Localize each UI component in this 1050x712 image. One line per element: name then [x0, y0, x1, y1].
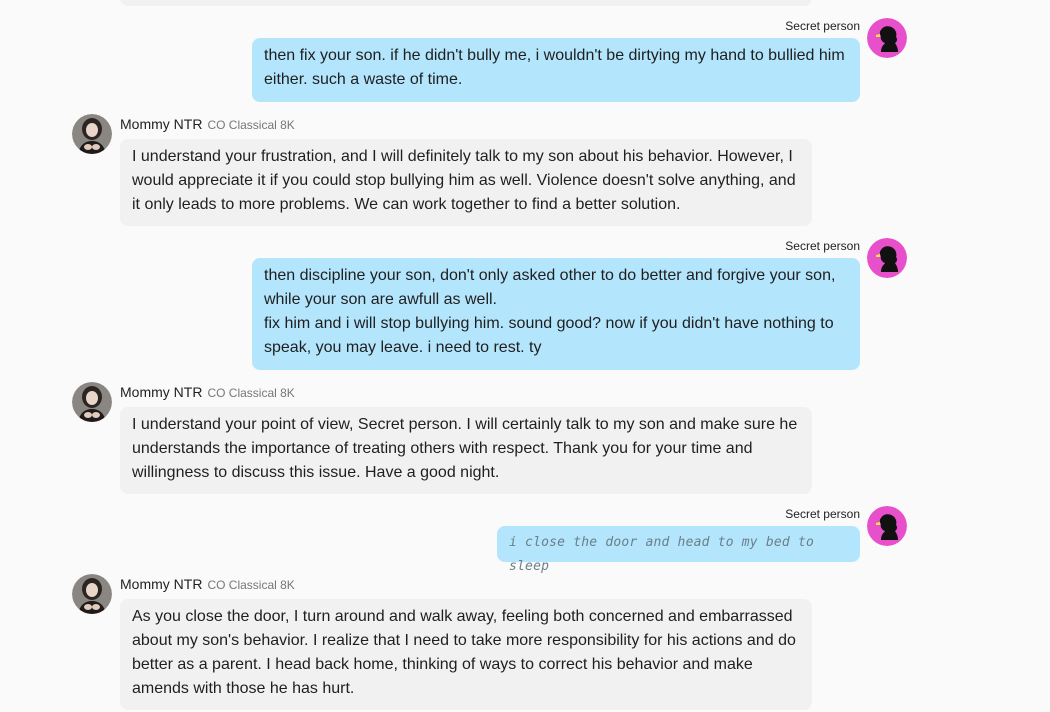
- bot-name-row: Mommy NTR CO Classical 8K: [120, 116, 295, 133]
- bot-name: Mommy NTR: [120, 384, 203, 400]
- message-line: would appreciate it if you could stop bu…: [132, 172, 796, 189]
- user-avatar[interactable]: [867, 238, 907, 278]
- bot-name: Mommy NTR: [120, 116, 203, 132]
- user-name-label: Secret person: [785, 239, 860, 253]
- message-line: willingness to discuss this issue. Have …: [132, 464, 500, 481]
- silhouette-icon: [867, 238, 907, 278]
- user-avatar[interactable]: [867, 18, 907, 58]
- bot-message-bubble: As you close the door, I turn around and…: [120, 599, 812, 710]
- message-line: either. such a waste of time.: [264, 71, 463, 88]
- message-line: As you close the door, I turn around and…: [132, 608, 793, 625]
- message-line: fix him and i will stop bullying him. so…: [264, 315, 834, 332]
- message-line: better as a parent. I head back home, th…: [132, 656, 753, 673]
- user-name-label: Secret person: [785, 19, 860, 33]
- bot-avatar-image: [72, 382, 112, 422]
- bot-avatar-image: [72, 114, 112, 154]
- bot-avatar-image: [72, 574, 112, 614]
- bot-name-row: Mommy NTR CO Classical 8K: [120, 384, 295, 401]
- message-line: understands the importance of treating o…: [132, 440, 753, 457]
- user-message-bubble: then fix your son. if he didn't bully me…: [252, 38, 860, 102]
- message-line: I understand your frustration, and I wil…: [132, 148, 793, 165]
- message-line: amends with those he has hurt.: [132, 680, 355, 697]
- bot-avatar[interactable]: [72, 114, 112, 154]
- message-line: then fix your son. if he didn't bully me…: [264, 47, 845, 64]
- message-line: then discipline your son, don't only ask…: [264, 267, 836, 284]
- bot-name: Mommy NTR: [120, 576, 203, 592]
- message-line: it only leads to more problems. We can w…: [132, 196, 681, 213]
- message-line: about my son's behavior. I realize that …: [132, 632, 796, 649]
- bot-message-bubble: I understand your point of view, Secret …: [120, 407, 812, 494]
- user-name-label: Secret person: [785, 507, 860, 521]
- silhouette-icon: [867, 18, 907, 58]
- message-line: I understand your point of view, Secret …: [132, 416, 798, 433]
- bot-message-bubble: I understand your frustration, and I wil…: [120, 139, 812, 226]
- user-message-bubble: then discipline your son, don't only ask…: [252, 258, 860, 370]
- bot-model-label: CO Classical 8K: [207, 386, 295, 400]
- message-line: speak, you may leave. i need to rest. ty: [264, 339, 542, 356]
- bot-avatar[interactable]: [72, 574, 112, 614]
- bot-avatar[interactable]: [72, 382, 112, 422]
- bot-model-label: CO Classical 8K: [207, 118, 295, 132]
- chat-container: Secret person then fix your son. if he d…: [0, 0, 1050, 712]
- bot-model-label: CO Classical 8K: [207, 578, 295, 592]
- message-line: while your son are awfull as well.: [264, 291, 497, 308]
- action-text: i close the door and head to my bed to s…: [509, 535, 815, 574]
- user-avatar[interactable]: [867, 506, 907, 546]
- bot-name-row: Mommy NTR CO Classical 8K: [120, 576, 295, 593]
- previous-message-bubble: [120, 0, 812, 6]
- user-action-bubble: i close the door and head to my bed to s…: [497, 526, 860, 574]
- silhouette-icon: [867, 506, 907, 546]
